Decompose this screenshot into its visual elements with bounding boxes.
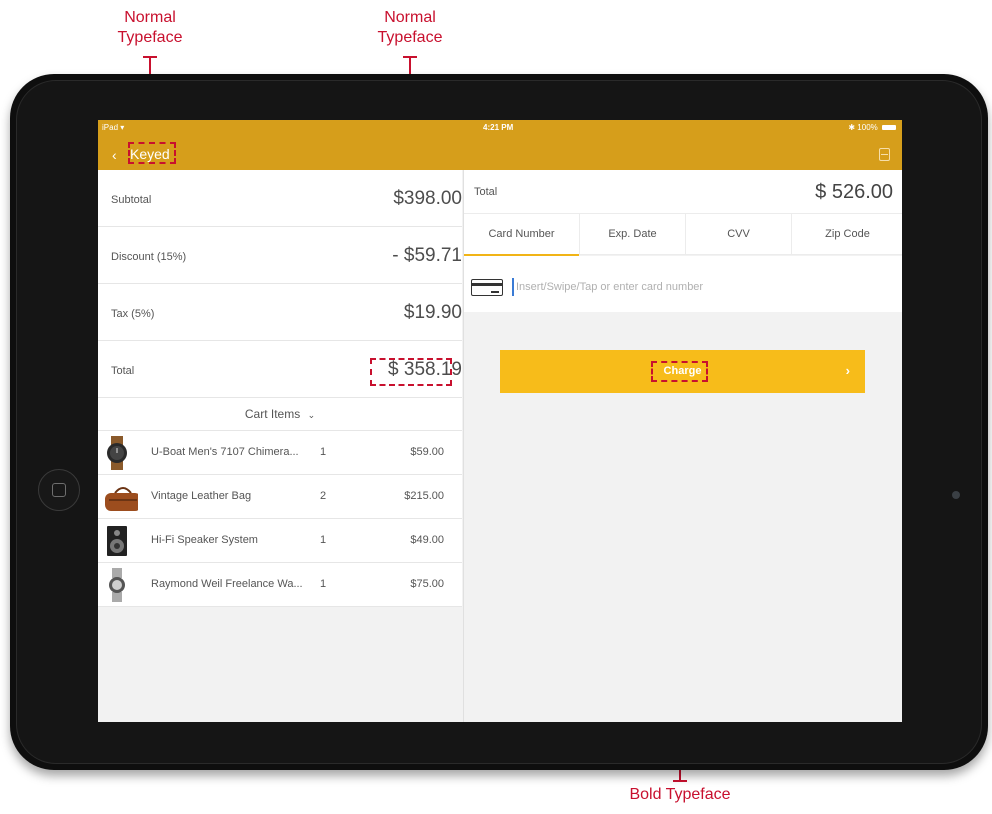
- discount-value: - $59.71: [392, 245, 462, 266]
- item-name: Raymond Weil Freelance Wa...: [151, 578, 303, 590]
- annotation-box-total: [370, 358, 452, 386]
- home-square-icon: [52, 483, 66, 497]
- wifi-icon: ▾: [120, 123, 125, 132]
- receipt-icon[interactable]: [879, 148, 890, 161]
- annotation-mid: Normal Typeface: [360, 8, 460, 48]
- status-battery: ✱ 100%: [848, 123, 896, 132]
- chevron-right-icon: ›: [845, 363, 850, 378]
- annotation-bottom: Bold Typeface: [629, 786, 731, 803]
- text-cursor: [512, 278, 514, 296]
- tab-exp-date[interactable]: Exp. Date: [580, 214, 686, 255]
- order-summary-panel: Subtotal $398.00 Discount (15%) - $59.71…: [98, 170, 462, 722]
- nav-bar: iPad ▾ 4:21 PM ✱ 100% ‹ Keyed: [98, 120, 902, 170]
- annotation-box-charge: [651, 361, 708, 382]
- item-name: Hi-Fi Speaker System: [151, 534, 258, 546]
- item-price: $215.00: [404, 490, 444, 502]
- item-qty: 1: [320, 534, 327, 546]
- item-name: U-Boat Men's 7107 Chimera...: [151, 446, 299, 458]
- status-time: 4:21 PM: [483, 123, 514, 132]
- tab-cvv[interactable]: CVV: [686, 214, 792, 255]
- camera-icon: [952, 491, 960, 499]
- card-entry-row: [464, 256, 902, 312]
- speaker-icon: [107, 526, 127, 556]
- annotation-bottom-cap: [673, 780, 687, 782]
- list-item[interactable]: Raymond Weil Freelance Wa... 1 $75.00: [98, 563, 462, 607]
- subtotal-label: Subtotal: [111, 194, 152, 206]
- list-item[interactable]: Hi-Fi Speaker System 1 $49.00: [98, 519, 462, 563]
- list-item[interactable]: Vintage Leather Bag 2 $215.00: [98, 475, 462, 519]
- tab-card-number[interactable]: Card Number: [464, 214, 580, 256]
- subtotal-value: $398.00: [393, 188, 462, 209]
- tax-value: $19.90: [403, 302, 462, 323]
- annotation-left-line1: Normal: [124, 9, 176, 26]
- annotation-left-line2: Typeface: [117, 29, 183, 46]
- chevron-down-icon: ⌄: [307, 410, 316, 420]
- card-number-input[interactable]: [516, 278, 886, 296]
- item-price: $59.00: [410, 446, 444, 458]
- annotation-left: Normal Typeface: [100, 8, 200, 48]
- item-qty: 1: [320, 446, 327, 458]
- item-name: Vintage Leather Bag: [151, 490, 252, 502]
- item-price: $49.00: [410, 534, 444, 546]
- tax-label: Tax (5%): [111, 308, 155, 320]
- annotation-mid-line1: Normal: [384, 9, 436, 26]
- credit-card-icon: [471, 279, 503, 296]
- leather-bag-icon: [105, 487, 138, 511]
- total-label: Total: [111, 365, 135, 377]
- wristwatch-icon: [107, 436, 127, 470]
- annotation-box-title: [128, 142, 176, 164]
- discount-row: Discount (15%) - $59.71: [98, 227, 462, 284]
- payment-total-row: Total $ 526.00: [464, 170, 902, 214]
- item-price: $75.00: [410, 578, 444, 590]
- payment-tabs: Card Number Exp. Date CVV Zip Code: [464, 214, 902, 256]
- bluetooth-icon: ✱: [848, 123, 856, 132]
- subtotal-row: Subtotal $398.00: [98, 170, 462, 227]
- tab-zip-code[interactable]: Zip Code: [792, 214, 902, 255]
- list-item[interactable]: U-Boat Men's 7107 Chimera... 1 $59.00: [98, 431, 462, 475]
- item-qty: 2: [320, 490, 327, 502]
- chevron-left-icon[interactable]: ‹: [112, 147, 117, 163]
- cart-items-label: Cart Items: [244, 407, 301, 421]
- payment-total-label: Total: [474, 186, 498, 198]
- home-button[interactable]: [38, 469, 80, 511]
- annotation-mid-line2: Typeface: [377, 29, 443, 46]
- tax-row: Tax (5%) $19.90: [98, 284, 462, 341]
- app-screen: iPad ▾ 4:21 PM ✱ 100% ‹ Keyed Subtotal $…: [98, 120, 902, 722]
- steel-watch-icon: [109, 568, 125, 602]
- discount-label: Discount (15%): [111, 251, 187, 263]
- cart-items-toggle[interactable]: Cart Items ⌄: [98, 398, 462, 431]
- status-carrier: iPad ▾: [102, 123, 125, 132]
- payment-total-value: $ 526.00: [815, 181, 893, 203]
- item-qty: 1: [320, 578, 327, 590]
- battery-icon: [882, 125, 896, 131]
- payment-panel: Total $ 526.00 Card Number Exp. Date CVV…: [463, 170, 902, 722]
